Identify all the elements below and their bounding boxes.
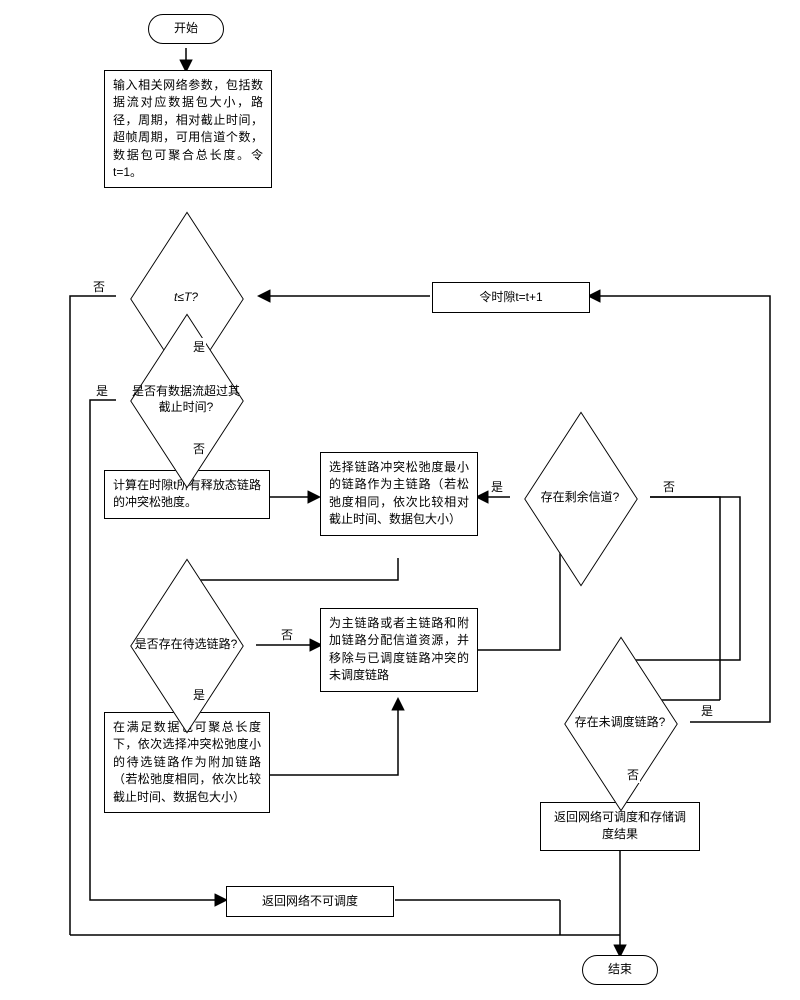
box-increment-t: 令时隙t=t+1 (432, 282, 590, 313)
lbl-d5-yes: 是 (700, 702, 714, 719)
decision-candidate: 是否存在待选链路? (116, 605, 256, 685)
decision-remain-unscheduled-text: 存在未调度链路? (575, 715, 666, 731)
flowchart-canvas: 开始 结束 输入相关网络参数，包括数据流对应数据包大小，路径，周期，相对截止时间… (0, 0, 800, 1000)
box-input-params-text: 输入相关网络参数，包括数据流对应数据包大小，路径，周期，相对截止时间，超帧周期，… (113, 78, 263, 179)
box-select-main-text: 选择链路冲突松弛度最小的链路作为主链路（若松弛度相同，依次比较相对截止时间、数据… (329, 460, 469, 526)
decision-deadline-text: 是否有数据流超过其截止时间? (130, 384, 242, 415)
box-return-fail-text: 返回网络不可调度 (262, 894, 358, 908)
decision-candidate-text: 是否存在待选链路? (135, 637, 238, 653)
box-input-params: 输入相关网络参数，包括数据流对应数据包大小，路径，周期，相对截止时间，超帧周期，… (104, 70, 272, 188)
lbl-d3-no: 否 (280, 626, 294, 643)
lbl-d2-yes: 是 (95, 382, 109, 399)
decision-remain-unscheduled: 存在未调度链路? (550, 683, 690, 763)
box-return-fail: 返回网络不可调度 (226, 886, 394, 917)
terminal-start: 开始 (148, 14, 224, 44)
terminal-start-text: 开始 (174, 21, 198, 35)
lbl-d1-no: 否 (92, 278, 106, 295)
box-select-main: 选择链路冲突松弛度最小的链路作为主链路（若松弛度相同，依次比较相对截止时间、数据… (320, 452, 478, 536)
lbl-d1-yes: 是 (192, 338, 206, 355)
lbl-d3-yes: 是 (192, 686, 206, 703)
terminal-end: 结束 (582, 955, 658, 985)
box-increment-t-text: 令时隙t=t+1 (479, 290, 542, 304)
lbl-d2-no: 否 (192, 440, 206, 457)
lbl-d4-yes: 是 (490, 478, 504, 495)
decision-remain-channel-text: 存在剩余信道? (541, 490, 620, 506)
box-assign-channel: 为主链路或者主链路和附加链路分配信道资源，并移除与已调度链路冲突的未调度链路 (320, 608, 478, 692)
decision-remain-channel: 存在剩余信道? (510, 458, 650, 538)
lbl-d4-no: 否 (662, 478, 676, 495)
decision-deadline: 是否有数据流超过其截止时间? (116, 360, 256, 440)
lbl-d5-no: 否 (626, 766, 640, 783)
decision-t-le-T-text: t≤T? (174, 290, 198, 306)
box-assign-channel-text: 为主链路或者主链路和附加链路分配信道资源，并移除与已调度链路冲突的未调度链路 (329, 616, 469, 682)
box-return-ok-text: 返回网络可调度和存储调度结果 (554, 810, 686, 841)
terminal-end-text: 结束 (608, 962, 632, 976)
